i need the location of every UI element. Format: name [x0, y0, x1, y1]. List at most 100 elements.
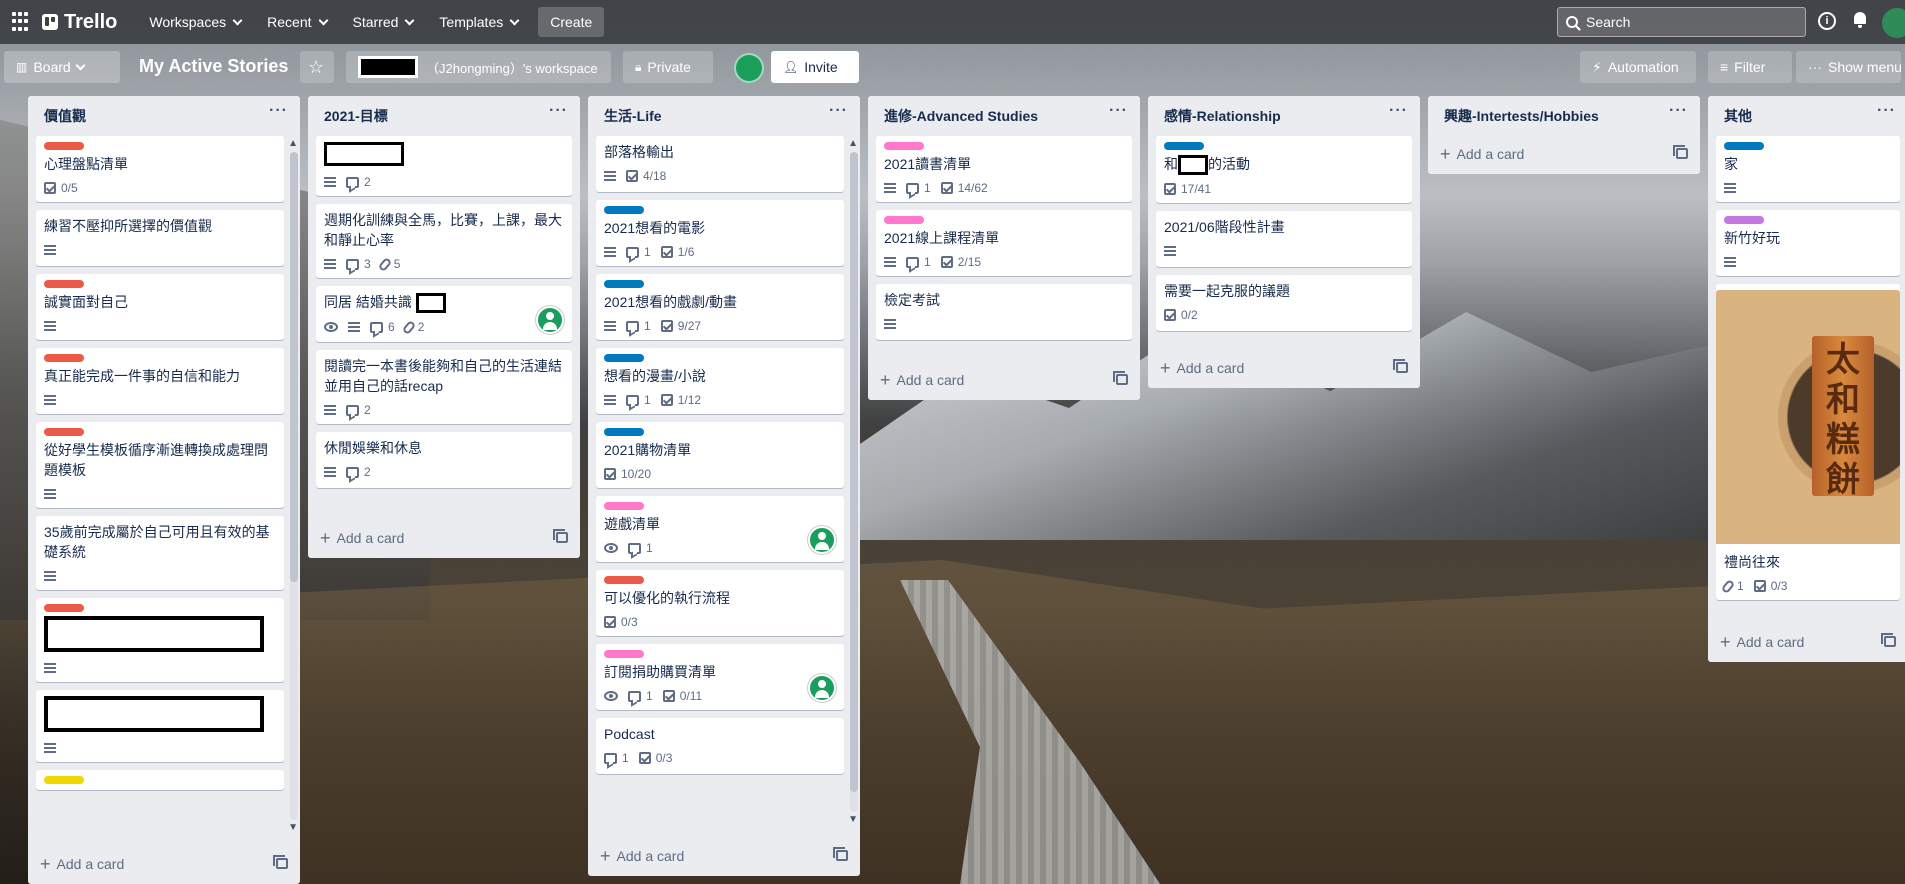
card-template-icon[interactable] — [1881, 633, 1896, 647]
notifications-bell-icon[interactable] — [1852, 12, 1868, 29]
card-label-red[interactable] — [44, 604, 84, 612]
add-card-button[interactable]: + Add a card — [588, 838, 860, 874]
list-menu-icon[interactable]: ··· — [1389, 102, 1408, 136]
card[interactable]: 想看的漫畫/小說 1 1/12 — [596, 348, 844, 414]
member-avatar[interactable] — [808, 526, 836, 554]
add-card-button[interactable]: + Add a card — [28, 846, 300, 882]
card[interactable]: 和 的活動 17/41 — [1156, 136, 1412, 204]
list-header[interactable]: 進修-Advanced Studies ··· — [868, 96, 1140, 136]
list-menu-icon[interactable]: ··· — [269, 102, 288, 136]
card[interactable]: 檢定考試 — [876, 284, 1132, 340]
add-card-button[interactable]: + Add a card — [1708, 624, 1905, 660]
card[interactable]: 2021/06階段性計畫 — [1156, 211, 1412, 268]
nav-recent[interactable]: Recent — [257, 8, 336, 36]
card[interactable]: 遊戲清單 1 — [596, 496, 844, 562]
card[interactable]: 2021購物清單 10/20 — [596, 422, 844, 488]
visibility-button[interactable]: 🔒︎ Private — [623, 51, 713, 83]
list-title[interactable]: 進修-Advanced Studies — [884, 106, 1038, 136]
card[interactable] — [36, 690, 284, 762]
card[interactable]: 需要一起克服的議題 0/2 — [1156, 275, 1412, 332]
card[interactable]: 2021線上課程清單 1 2/15 — [876, 210, 1132, 276]
scroll-up-icon[interactable]: ▲ — [848, 138, 858, 149]
card-label-pink[interactable] — [604, 650, 644, 658]
card[interactable]: 練習不壓抑所選擇的價值觀 — [36, 210, 284, 266]
list-header[interactable]: 興趣-Intertests/Hobbies ··· — [1428, 96, 1700, 136]
card-label-red[interactable] — [604, 576, 644, 584]
card-label-blue[interactable] — [604, 354, 644, 362]
info-icon[interactable]: i — [1818, 12, 1836, 30]
create-button[interactable]: Create — [538, 7, 605, 37]
card[interactable]: 閱讀完一本書後能夠和自己的生活連結並用自己的話recap 2 — [316, 350, 572, 424]
card[interactable]: 可以優化的執行流程 0/3 — [596, 570, 844, 636]
card-label-red[interactable] — [44, 142, 84, 150]
search-input[interactable]: Search — [1557, 7, 1806, 37]
star-board-button[interactable]: ☆ — [300, 51, 334, 83]
card-label-blue[interactable] — [1164, 142, 1204, 150]
list-header[interactable]: 生活-Life ··· — [588, 96, 860, 136]
card[interactable]: 家 — [1716, 136, 1900, 202]
board-title[interactable]: My Active Stories — [139, 52, 288, 81]
card[interactable]: 2021讀書清單 1 14/62 — [876, 136, 1132, 202]
card[interactable]: 誠實面對自己 — [36, 274, 284, 340]
list-header[interactable]: 感情-Relationship ··· — [1148, 96, 1420, 136]
list-scrollbar[interactable] — [290, 152, 298, 820]
list-menu-icon[interactable]: ··· — [1877, 102, 1896, 136]
card-label-red[interactable] — [44, 280, 84, 288]
list-title[interactable]: 生活-Life — [604, 106, 662, 136]
card-label-red[interactable] — [44, 354, 84, 362]
card-template-icon[interactable] — [1113, 371, 1128, 385]
card[interactable]: 從好學生模板循序漸進轉換成處理問題模板 — [36, 422, 284, 508]
list-title[interactable]: 價值觀 — [44, 106, 86, 136]
card[interactable]: 週期化訓練與全馬，比賽，上課，最大和靜止心率 3 5 — [316, 204, 572, 278]
add-card-button[interactable]: + Add a card — [308, 520, 580, 556]
list-scrollbar[interactable] — [850, 152, 858, 812]
add-card-button[interactable]: + Add a card — [1428, 136, 1700, 172]
card[interactable]: 2 — [316, 136, 572, 196]
card[interactable]: Podcast 1 0/3 — [596, 718, 844, 774]
card[interactable]: 35歲前完成屬於自己可用且有效的基礎系統 — [36, 516, 284, 590]
trello-logo[interactable]: Trello — [42, 11, 117, 34]
card-label-pink[interactable] — [884, 142, 924, 150]
filter-button[interactable]: ≡ Filter — [1708, 51, 1792, 83]
list-header[interactable]: 價值觀 ··· — [28, 96, 300, 136]
scroll-up-icon[interactable]: ▲ — [288, 138, 298, 149]
card-label-red[interactable] — [44, 428, 84, 436]
card[interactable]: 2021想看的電影 1 1/6 — [596, 200, 844, 266]
card[interactable]: 部落格輸出 4/18 — [596, 136, 844, 192]
card-template-icon[interactable] — [273, 855, 288, 869]
scroll-down-icon[interactable]: ▼ — [848, 814, 858, 825]
scroll-down-icon[interactable]: ▼ — [288, 822, 298, 833]
workspace-button[interactable]: （J2hongming）'s workspace — [346, 51, 611, 83]
card[interactable]: 真正能完成一件事的自信和能力 — [36, 348, 284, 414]
card-template-icon[interactable] — [833, 847, 848, 861]
card[interactable]: 同居 結婚共識 6 2 — [316, 286, 572, 342]
card-label-pink[interactable] — [884, 216, 924, 224]
invite-button[interactable]: 👤︎ Invite — [771, 51, 859, 83]
list-menu-icon[interactable]: ··· — [1669, 102, 1688, 136]
card-template-icon[interactable] — [1393, 359, 1408, 373]
card-label-blue[interactable] — [604, 280, 644, 288]
nav-starred[interactable]: Starred — [343, 8, 424, 36]
list-menu-icon[interactable]: ··· — [1109, 102, 1128, 136]
list-scrollbar-thumb[interactable] — [850, 152, 858, 792]
list-title[interactable]: 興趣-Intertests/Hobbies — [1444, 106, 1599, 136]
card-template-icon[interactable] — [553, 529, 568, 543]
user-avatar[interactable] — [1882, 8, 1905, 38]
list-header[interactable]: 2021-目標 ··· — [308, 96, 580, 136]
card[interactable]: 心理盤點清單 0/5 — [36, 136, 284, 202]
member-avatar[interactable] — [808, 674, 836, 702]
card[interactable] — [36, 770, 284, 790]
nav-templates[interactable]: Templates — [429, 8, 528, 36]
card[interactable] — [36, 598, 284, 682]
member-avatar[interactable] — [536, 306, 564, 334]
board-view-switcher[interactable]: ▥ Board — [4, 51, 120, 83]
member-avatar[interactable] — [734, 53, 764, 83]
app-switcher-icon[interactable] — [12, 12, 32, 32]
card[interactable]: 太和糕餅 禮尚往來 1 0/3 — [1716, 284, 1900, 600]
card-label-pink[interactable] — [604, 502, 644, 510]
show-menu-button[interactable]: ··· Show menu — [1796, 51, 1902, 83]
card[interactable]: 訂閱捐助購買清單 1 0/11 — [596, 644, 844, 710]
list-title[interactable]: 其他 — [1724, 106, 1752, 136]
list-title[interactable]: 感情-Relationship — [1164, 106, 1281, 136]
card[interactable]: 新竹好玩 — [1716, 210, 1900, 276]
